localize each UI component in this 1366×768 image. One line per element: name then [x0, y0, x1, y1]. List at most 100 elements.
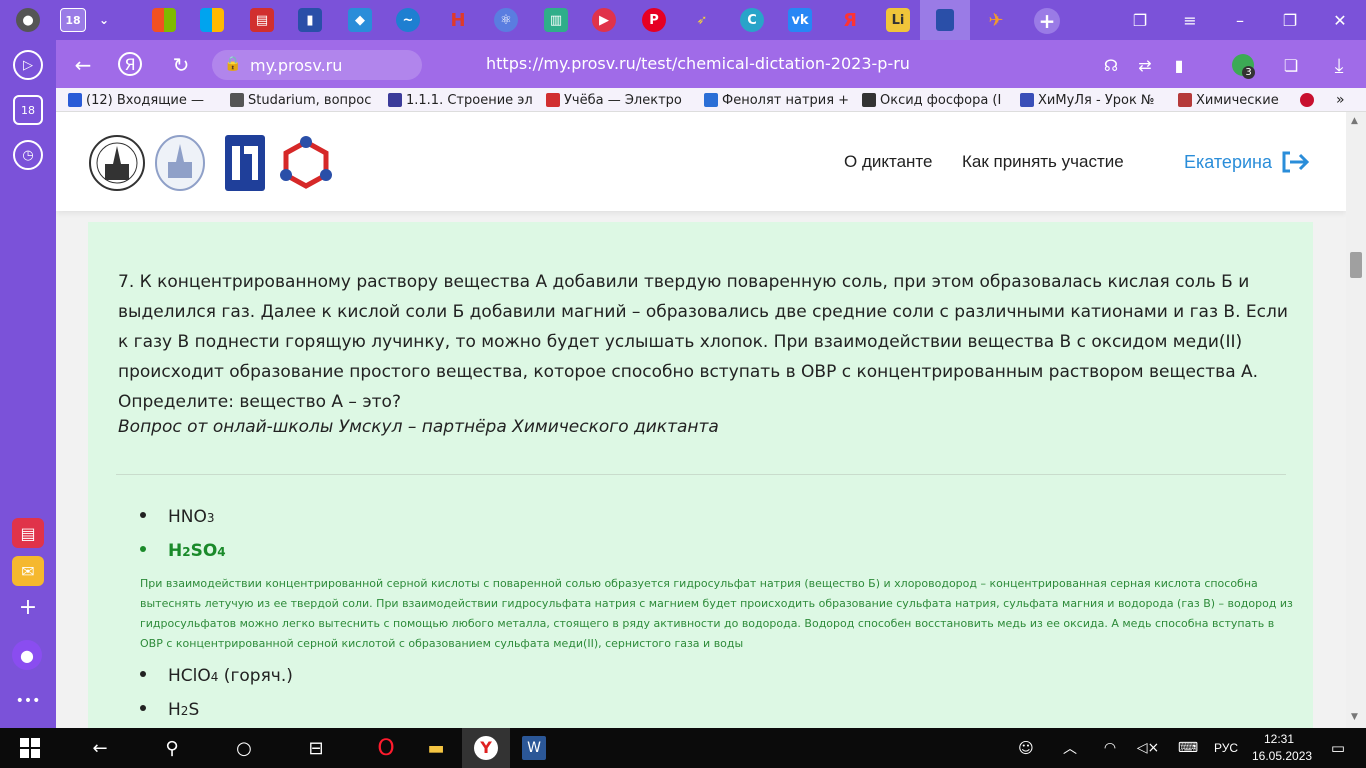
download-icon[interactable]: ⤓	[1326, 52, 1352, 78]
reload-icon[interactable]: ↻	[168, 52, 194, 78]
tab-active-prosv[interactable]	[920, 0, 970, 40]
bookmark-item[interactable]: Studarium, вопрос	[230, 91, 371, 109]
himulya-icon	[1020, 93, 1034, 107]
answer-option-correct[interactable]: H 2 SO 4	[140, 541, 226, 561]
chevron-down-icon[interactable]: ⌄	[92, 8, 116, 32]
search-icon[interactable]: ⚲	[160, 736, 184, 760]
sidebar-add-icon[interactable]: +	[12, 592, 44, 622]
tab-book-icon[interactable]: ▥	[544, 8, 568, 32]
task-view-icon[interactable]: ⊟	[304, 736, 328, 760]
cortana-icon[interactable]: ○	[232, 736, 256, 760]
keyboard-icon[interactable]: ⌨	[1176, 736, 1200, 760]
tab-app-icon[interactable]: ◆	[348, 8, 372, 32]
tab-document-icon[interactable]: ▤	[250, 8, 274, 32]
translate-icon[interactable]: ⇄	[1132, 52, 1158, 78]
clock-date[interactable]: 16.05.2023	[1252, 749, 1312, 763]
answer-option[interactable]: HClO 4 (горяч.)	[140, 666, 293, 686]
scroll-down-icon[interactable]: ▼	[1351, 712, 1358, 722]
bookmark-icon[interactable]: ▮	[1166, 52, 1192, 78]
yandex-home-icon[interactable]: Я	[118, 52, 142, 76]
tab-atom-icon[interactable]: ⚛	[494, 8, 518, 32]
nav-about-link[interactable]: О диктанте	[844, 152, 932, 172]
more-bookmarks-icon[interactable]: »	[1336, 91, 1345, 109]
tabs-overview-icon[interactable]: ❐	[1128, 8, 1152, 32]
document-icon	[546, 93, 560, 107]
bookmark-item[interactable]: (12) Входящие —	[68, 91, 204, 109]
minimize-icon[interactable]: –	[1228, 8, 1252, 32]
notifications-icon[interactable]: ▭	[1326, 736, 1350, 760]
dictation-logo[interactable]	[278, 134, 334, 192]
tabs-count-badge[interactable]: 18	[60, 8, 86, 32]
tray-chevron-icon[interactable]: ︿	[1058, 736, 1082, 760]
bookmarks-bar: (12) Входящие — Studarium, вопрос 1.1.1.…	[56, 88, 1366, 112]
tab-pinterest-icon[interactable]: P	[642, 8, 666, 32]
tab-office-icon[interactable]	[200, 8, 224, 32]
people-icon[interactable]: ☺	[1014, 736, 1038, 760]
bookmark-item[interactable]: Оксид фосфора (I	[862, 91, 1001, 109]
downloads-shield-icon[interactable]: 3	[1230, 52, 1256, 79]
flask-icon	[388, 93, 402, 107]
bookmark-item[interactable]: Фенолят натрия +	[704, 91, 849, 109]
tab-wave-icon[interactable]: ~	[396, 8, 420, 32]
page-scrollbar[interactable]: ▲ ▼	[1346, 112, 1366, 728]
tab-c-icon[interactable]: C	[740, 8, 764, 32]
nav-how-to-link[interactable]: Как принять участие	[962, 152, 1124, 172]
scroll-up-icon[interactable]: ▲	[1351, 116, 1358, 126]
logout-icon	[1282, 151, 1310, 173]
sidebar-tabs-badge[interactable]: 18	[13, 95, 43, 125]
sidebar-app-mail-icon[interactable]: ✉	[12, 556, 44, 586]
word-icon[interactable]: W	[522, 736, 546, 760]
tab-yandex-icon[interactable]: Я	[838, 8, 862, 32]
history-clock-icon[interactable]: ◷	[13, 140, 43, 170]
language-indicator[interactable]: РУС	[1214, 741, 1238, 755]
close-icon[interactable]: ✕	[1328, 8, 1352, 32]
maximize-icon[interactable]: ❐	[1278, 8, 1302, 32]
scroll-thumb[interactable]	[1350, 252, 1362, 278]
url-text[interactable]: https://my.prosv.ru/test/chemical-dictat…	[486, 54, 910, 73]
collections-icon[interactable]: ❏	[1278, 52, 1304, 78]
bookmark-item[interactable]: 1.1.1. Строение эл	[388, 91, 533, 109]
windows-start-icon[interactable]	[18, 736, 42, 760]
domain-text: my.prosv.ru	[250, 55, 343, 75]
chemistry-faculty-logo[interactable]	[154, 134, 206, 192]
msu-logo[interactable]	[88, 134, 146, 192]
file-explorer-icon[interactable]: ▬	[424, 736, 448, 760]
back-arrow-icon[interactable]: ←	[88, 736, 112, 760]
tab-prosv-icon[interactable]: ▮	[298, 8, 322, 32]
domain-pill[interactable]: 🔒 my.prosv.ru	[212, 50, 422, 80]
user-name: Екатерина	[1184, 151, 1272, 172]
new-tab-button[interactable]: +	[1034, 8, 1060, 34]
sidebar-app-document-icon[interactable]: ▤	[12, 518, 44, 548]
tab-h-icon[interactable]: H	[446, 8, 470, 32]
yandex-browser-taskbar[interactable]: Y	[462, 728, 510, 768]
bookmark-item[interactable]: Учёба — Электро	[546, 91, 682, 109]
tab-vk-icon[interactable]: vk	[788, 8, 812, 32]
alice-icon[interactable]: ●	[12, 640, 42, 670]
tab-play-icon[interactable]: ▶	[592, 8, 616, 32]
user-account-link[interactable]: Екатерина	[1184, 150, 1310, 174]
bookmark-item[interactable]: ХиМуЛя - Урок №	[1020, 91, 1154, 109]
bullet	[140, 705, 146, 711]
tab-li-icon[interactable]: Li	[886, 8, 910, 32]
menu-icon[interactable]: ≡	[1178, 8, 1202, 32]
tab-microsoft-icon[interactable]	[152, 8, 176, 32]
volume-icon[interactable]: ◁×	[1136, 736, 1160, 760]
headphones-icon[interactable]: ☊	[1098, 52, 1124, 78]
clock-time[interactable]: 12:31	[1264, 732, 1294, 746]
profile-avatar[interactable]: ●	[16, 8, 40, 32]
more-dots-icon[interactable]: •••	[12, 686, 44, 716]
tab-plane-icon[interactable]: ✈	[984, 8, 1008, 32]
answer-option[interactable]: H2S	[140, 700, 199, 720]
opera-icon[interactable]: O	[374, 736, 398, 761]
flag-icon[interactable]	[1300, 91, 1318, 109]
answer-option[interactable]: HNO 3	[140, 507, 215, 527]
wifi-icon[interactable]: ◠	[1098, 736, 1122, 760]
tab-rocket-icon[interactable]: ➶	[690, 8, 714, 32]
play-icon[interactable]: ▷	[13, 50, 43, 80]
page-content: О диктанте Как принять участие Екатерина…	[56, 112, 1346, 728]
bookmark-item[interactable]: Химические	[1178, 91, 1279, 109]
back-arrow-icon[interactable]: ←	[70, 52, 96, 78]
question-card: 7. К концентрированному раствору веществ…	[88, 222, 1313, 728]
address-bar: ← Я ↻ 🔒 my.prosv.ru https://my.prosv.ru/…	[56, 40, 1366, 88]
prosv-logo[interactable]	[224, 134, 266, 192]
